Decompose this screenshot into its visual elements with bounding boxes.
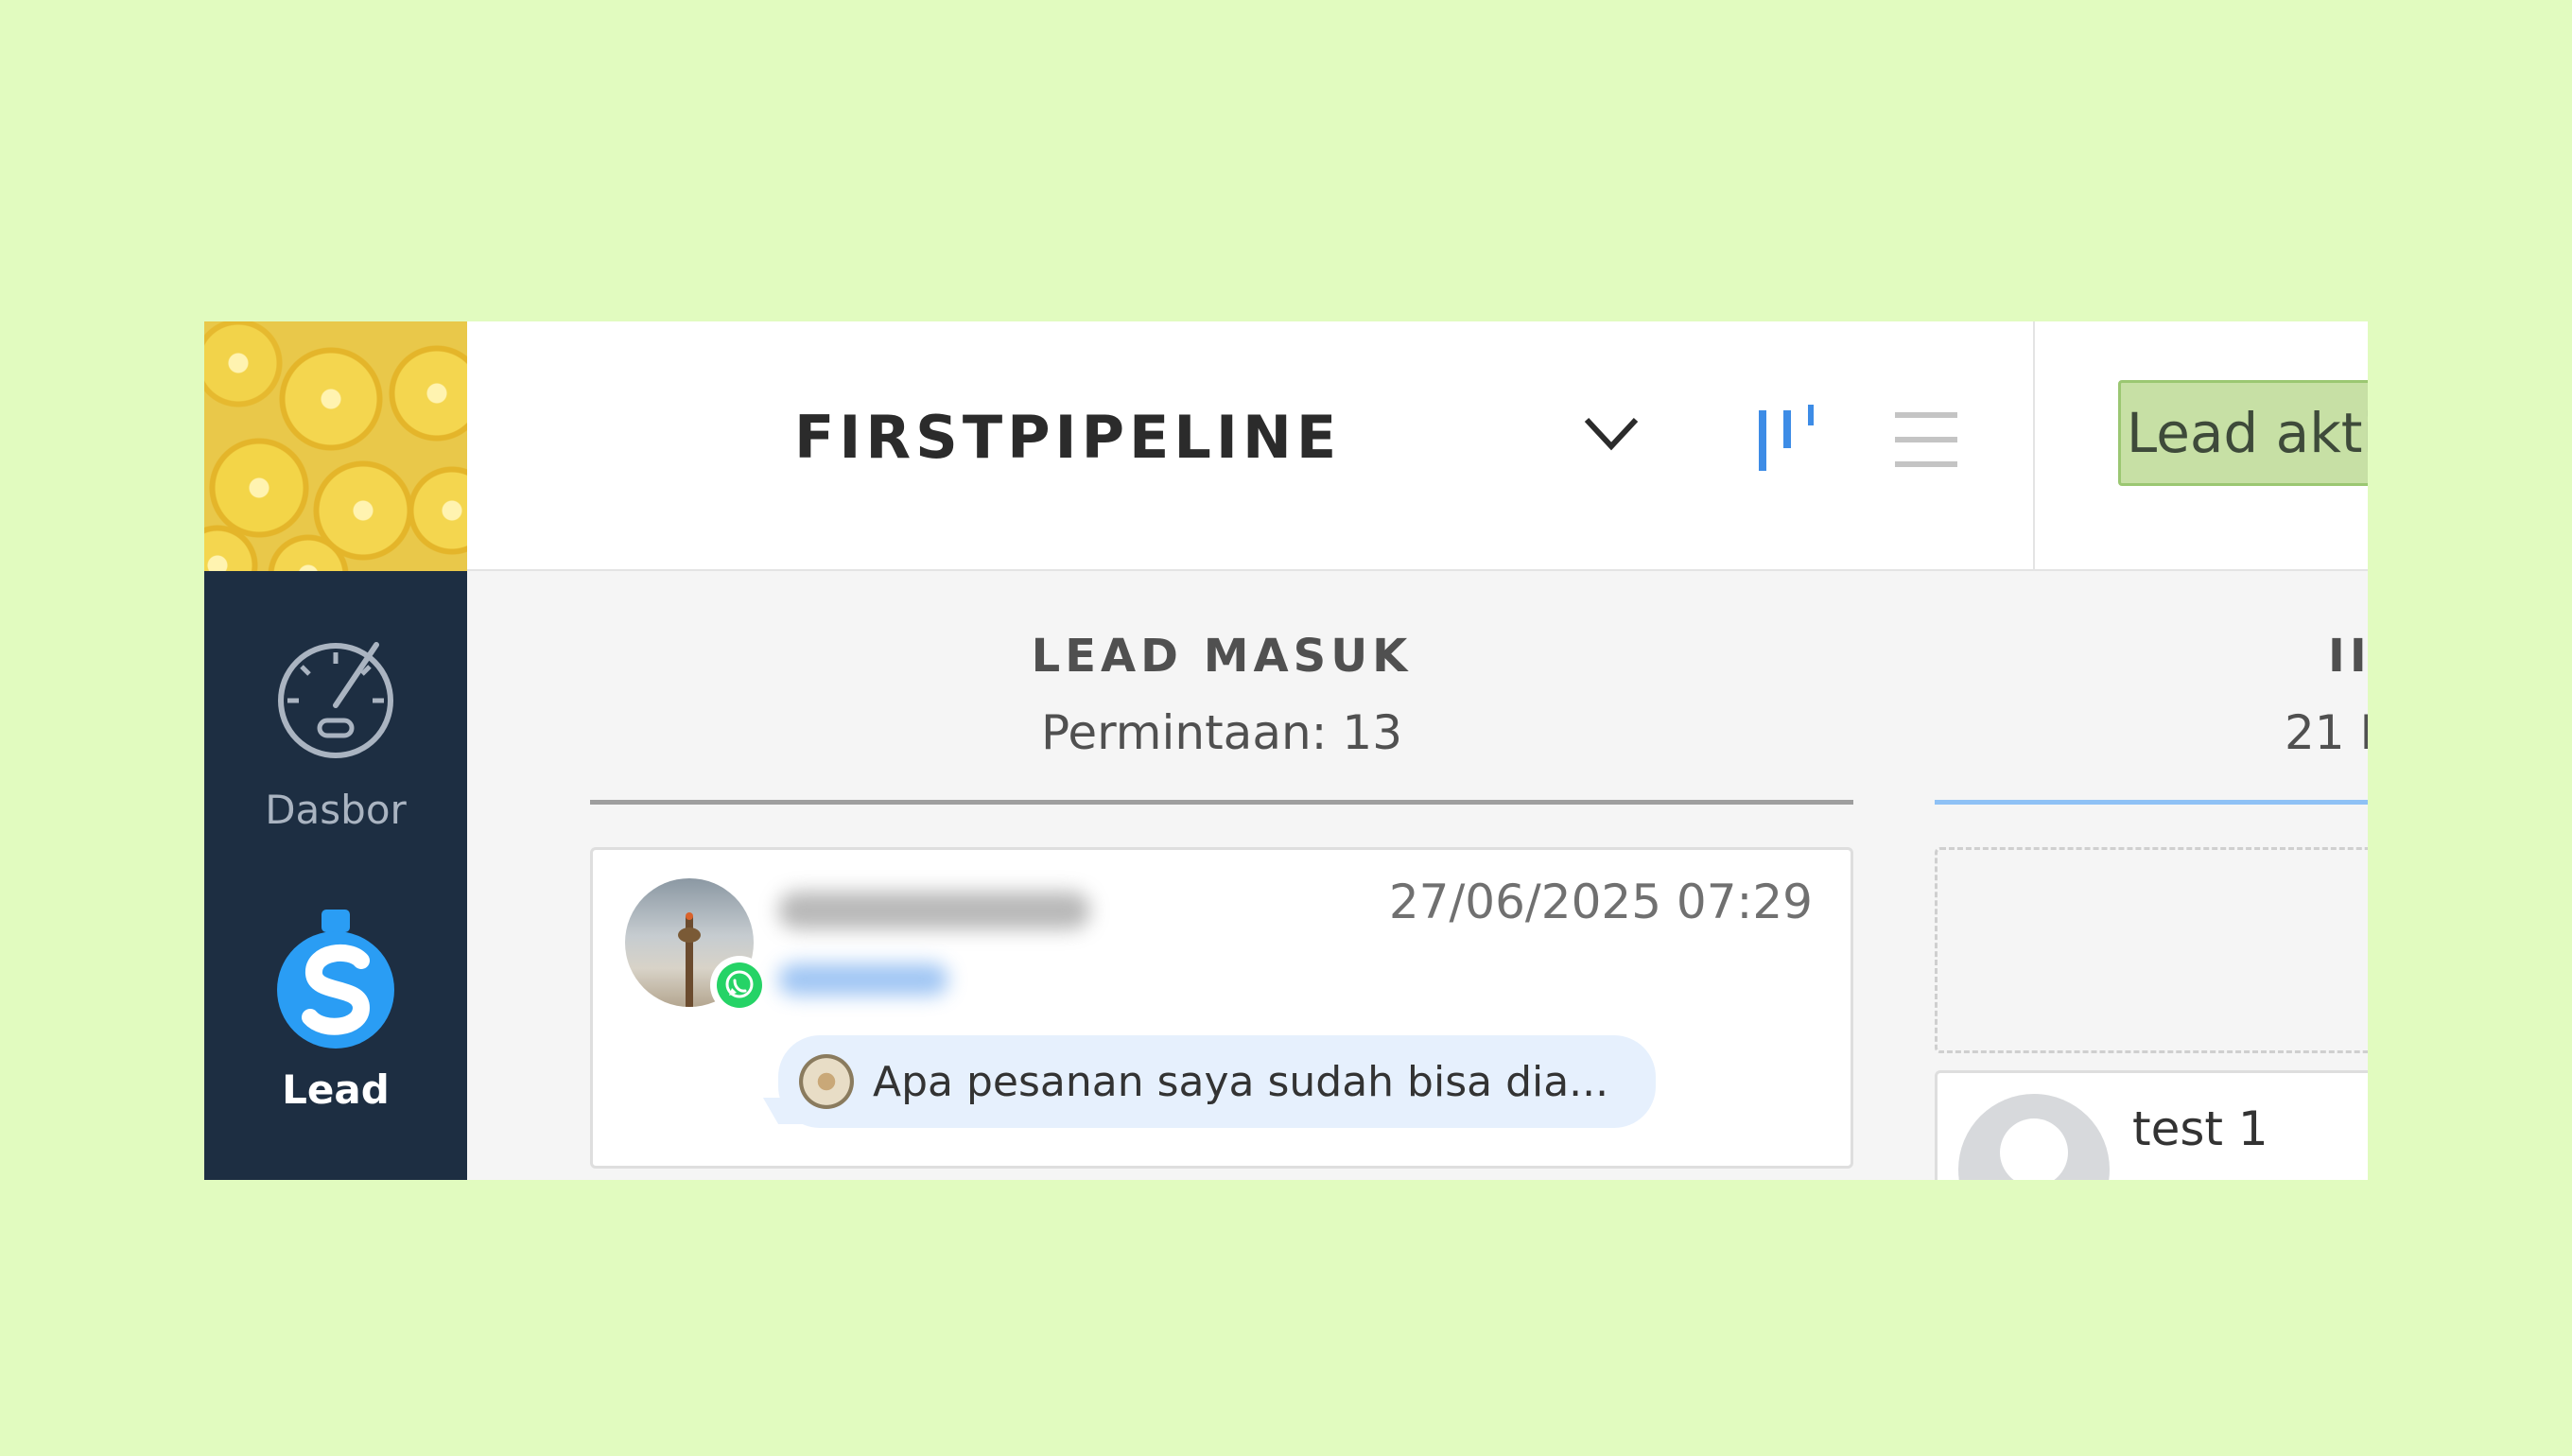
sidebar-item-label: Lead [282, 1066, 390, 1113]
sidebar-item-dasbor[interactable]: Dasbor [204, 639, 467, 833]
last-message-bubble[interactable]: Apa pesanan saya sudah bisa dia... [762, 1035, 1656, 1128]
avatar [1958, 1094, 2110, 1180]
column-subtitle: 21 L [2285, 705, 2368, 760]
contact-name-redacted [778, 892, 1090, 929]
pipeline-selector[interactable]: FIRSTPIPELINE [794, 403, 1341, 472]
column-title: II [2328, 630, 2368, 683]
kanban-view-icon[interactable] [1755, 401, 1821, 477]
app-frame: Dasbor Lead FIRSTPIPELINE Lead akti [204, 321, 2368, 1180]
bubble-tail [762, 1098, 806, 1124]
lead-card[interactable]: test 1 [1935, 1070, 2368, 1180]
sidebar-item-label: Dasbor [265, 787, 407, 833]
sidebar-item-lead[interactable]: Lead [204, 910, 467, 1113]
column-subtitle: Permintaan: 13 [1040, 705, 1403, 760]
column-title: LEAD MASUK [1031, 630, 1413, 683]
top-header: FIRSTPIPELINE Lead aktif [467, 321, 2368, 571]
lead-card[interactable]: 27/06/2025 07:29 Apa pesanan saya sudah … [590, 847, 1853, 1169]
chevron-down-icon[interactable] [1583, 414, 1640, 452]
column-status-bar [1935, 800, 2368, 805]
sidebar: Dasbor Lead [204, 321, 467, 1180]
list-view-icon[interactable] [1895, 408, 1957, 471]
company-logo[interactable] [204, 321, 467, 571]
whatsapp-icon [710, 956, 769, 1014]
contact-detail-redacted [778, 963, 948, 996]
add-lead-dropzone[interactable] [1935, 847, 2368, 1053]
last-message-text: Apa pesanan saya sudah bisa dia... [873, 1057, 1609, 1106]
header-divider [2033, 321, 2035, 569]
filter-chip-active-leads[interactable]: Lead aktif [2118, 380, 2368, 486]
lead-dollar-icon [277, 910, 394, 1049]
card-timestamp: 27/06/2025 07:29 [1388, 875, 1813, 929]
column-status-bar [590, 800, 1853, 805]
speedometer-icon [278, 642, 393, 758]
lead-name: test 1 [2132, 1101, 2268, 1156]
sender-avatar [799, 1054, 854, 1109]
